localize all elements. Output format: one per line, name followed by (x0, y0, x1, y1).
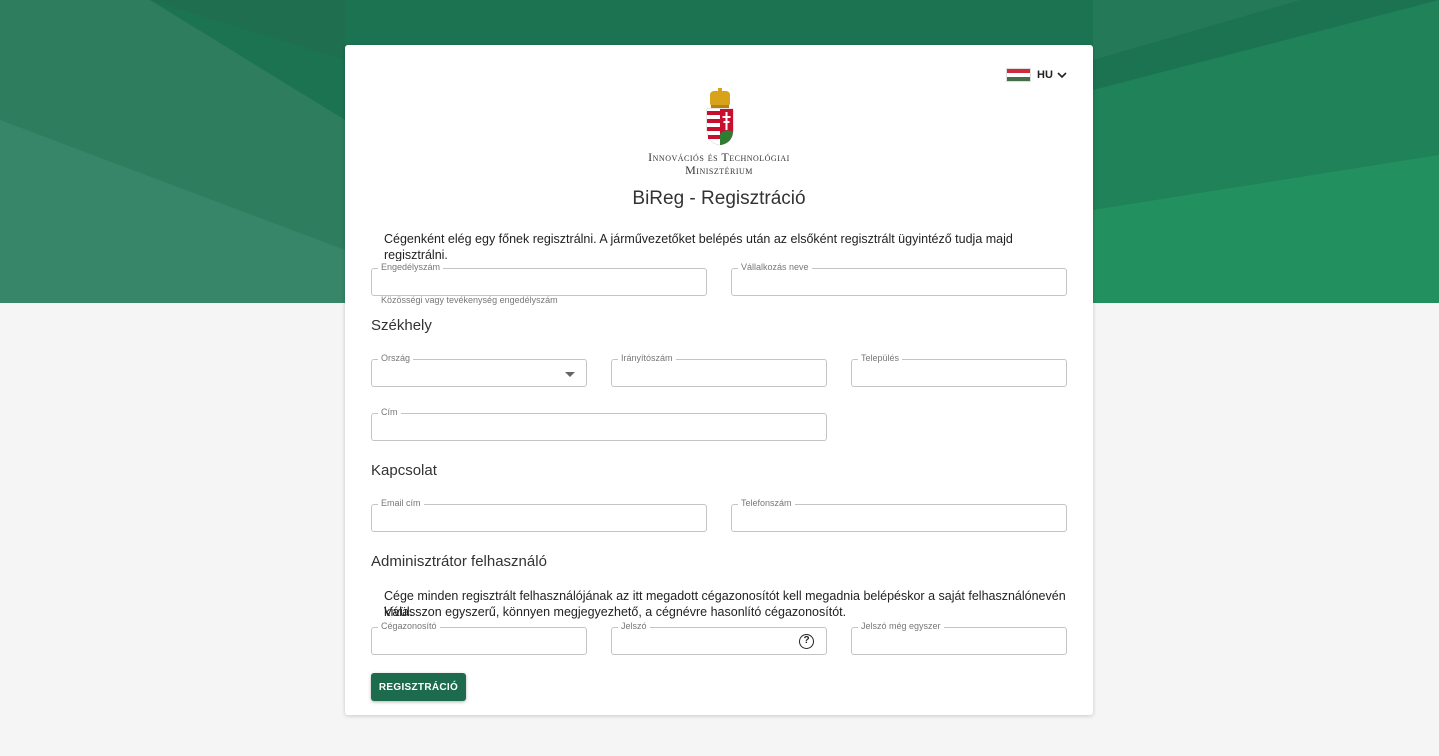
password-confirm-field[interactable]: Jelszó még egyszer (851, 620, 1067, 655)
chevron-down-icon (1057, 72, 1067, 79)
address-label: Cím (378, 406, 401, 418)
section-admin-user: Adminisztrátor felhasználó (371, 553, 547, 570)
company-id-field[interactable]: Cégazonosító (371, 620, 587, 655)
language-code: HU (1037, 69, 1053, 81)
password-confirm-label: Jelszó még egyszer (858, 620, 944, 632)
city-label: Település (858, 352, 903, 364)
country-select[interactable]: Ország (371, 352, 587, 387)
phone-field[interactable]: Telefonszám (731, 497, 1067, 532)
help-icon[interactable]: ? (799, 634, 814, 649)
address-field[interactable]: Cím (371, 406, 827, 441)
register-button[interactable]: REGISZTRÁCIÓ (371, 673, 466, 701)
section-contact: Kapcsolat (371, 462, 437, 479)
dropdown-arrow-icon (565, 372, 575, 377)
email-field[interactable]: Email cím (371, 497, 707, 532)
page-title: BiReg - Regisztráció (632, 188, 806, 209)
postal-code-label: Irányítószám (618, 352, 676, 364)
registration-card: HU Innovációs és Technológiai Minisztéri… (345, 45, 1093, 715)
company-notice: Cégenként elég egy főnek regisztrálni. A… (384, 232, 1013, 262)
company-name-field[interactable]: Vállalkozás neve (731, 261, 1067, 296)
license-number-field[interactable]: Engedélyszám (371, 261, 707, 296)
phone-label: Telefonszám (738, 497, 795, 509)
coat-of-arms-logo (706, 88, 734, 146)
email-label: Email cím (378, 497, 424, 509)
license-number-helper: Közösségi vagy tevékenység engedélyszám (381, 295, 558, 305)
license-number-label: Engedélyszám (378, 261, 444, 273)
admin-notice-line2: Válasszon egyszerű, könnyen megjegyezhet… (384, 605, 847, 619)
hungary-flag-icon (1006, 68, 1031, 82)
ministry-name-line2: Minisztérium (685, 163, 753, 177)
password-field[interactable]: Jelszó ? (611, 620, 827, 655)
city-field[interactable]: Település (851, 352, 1067, 387)
company-name-label: Vállalkozás neve (738, 261, 812, 273)
postal-code-field[interactable]: Irányítószám (611, 352, 827, 387)
password-label: Jelszó (618, 620, 650, 632)
section-headquarters: Székhely (371, 317, 432, 334)
country-label: Ország (378, 352, 414, 364)
language-selector[interactable]: HU (1006, 67, 1067, 83)
company-id-label: Cégazonosító (378, 620, 440, 632)
